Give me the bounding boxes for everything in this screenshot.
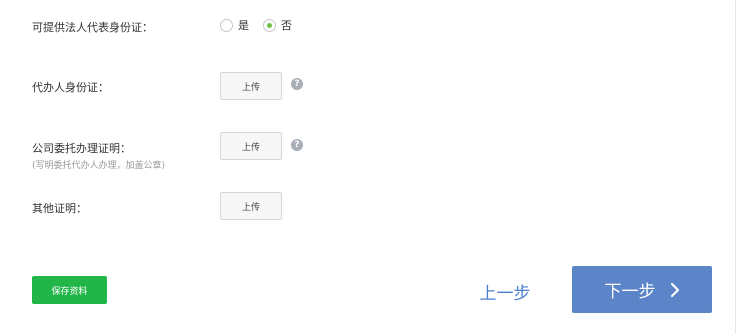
chevron-right-icon xyxy=(670,282,679,297)
authorization-hint: (写明委托代办人办理，加盖公章) xyxy=(32,161,166,171)
other-upload-button[interactable]: 上传 xyxy=(220,192,282,220)
legal-rep-radio-group: 是 否 xyxy=(220,17,306,33)
authorization-label: 公司委托办理证明： xyxy=(32,142,131,155)
save-button[interactable]: 保存资料 xyxy=(32,276,107,304)
right-divider xyxy=(735,0,736,334)
other-label: 其他证明： xyxy=(32,202,87,215)
radio-no[interactable]: 否 xyxy=(263,17,292,33)
radio-yes-label: 是 xyxy=(238,19,249,32)
agent-id-label: 代办人身份证： xyxy=(32,81,109,94)
radio-yes-circle[interactable] xyxy=(220,18,233,32)
agent-id-upload-button[interactable]: 上传 xyxy=(220,72,282,100)
authorization-help-icon[interactable]: ? xyxy=(291,139,303,151)
legal-rep-label: 可提供法人代表身份证： xyxy=(32,21,153,34)
next-step-button[interactable]: 下一步 xyxy=(572,266,712,313)
agent-id-help-icon[interactable]: ? xyxy=(291,78,303,90)
radio-yes[interactable]: 是 xyxy=(220,17,249,33)
authorization-upload-button[interactable]: 上传 xyxy=(220,132,282,160)
radio-no-circle[interactable] xyxy=(263,18,276,32)
prev-step-button[interactable]: 上一步 xyxy=(468,276,542,306)
next-step-label: 下一步 xyxy=(604,282,656,302)
radio-no-label: 否 xyxy=(281,19,292,32)
